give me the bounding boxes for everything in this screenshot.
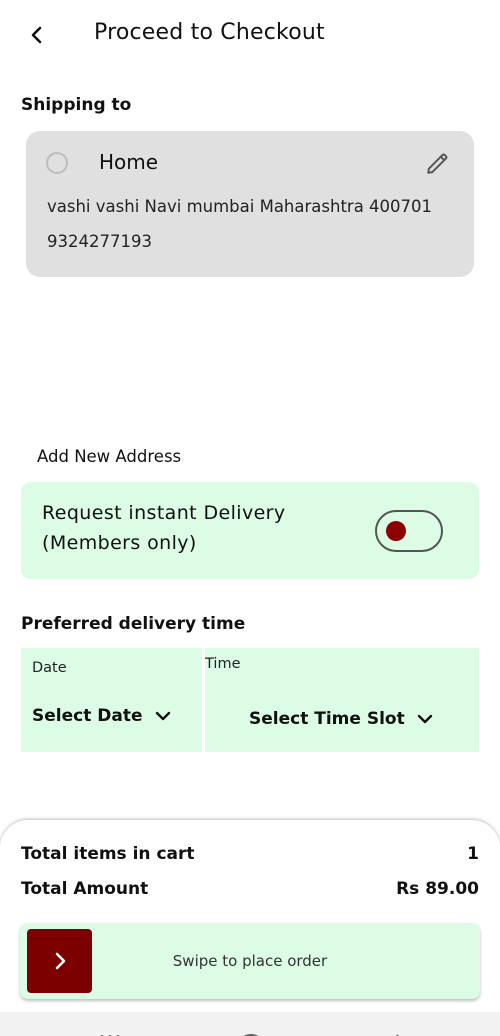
instant-delivery-label: Request instant Delivery (Members only) [42,498,286,558]
shipping-section-title: Shipping to [21,95,132,115]
instant-delivery-toggle[interactable] [375,510,443,552]
system-nav-bar [0,1012,500,1036]
back-button[interactable] [22,20,52,50]
address-phone: 9324277193 [47,232,152,251]
date-label: Date [32,660,67,676]
home-icon[interactable] [240,1028,262,1036]
total-amount-label: Total Amount [21,879,149,899]
select-time-text: Select Time Slot [249,709,405,729]
select-date-dropdown[interactable]: Select Date [32,706,171,726]
instant-delivery-line1: Request instant Delivery [42,502,286,524]
date-panel: Date Select Date [21,648,202,752]
time-panel: Time Select Time Slot [205,648,479,752]
swipe-handle[interactable] [27,929,92,993]
pencil-icon [427,153,448,174]
toggle-knob [386,521,406,541]
address-radio[interactable] [46,152,68,174]
chevron-left-icon [31,26,42,44]
select-time-dropdown[interactable]: Select Time Slot [249,709,433,729]
address-card[interactable]: Home vashi vashi Navi mumbai Maharashtra… [26,131,474,277]
select-date-text: Select Date [32,706,143,726]
total-amount-value: Rs 89.00 [396,879,479,899]
page-title: Proceed to Checkout [94,20,325,45]
time-label: Time [205,656,241,672]
total-items-value: 1 [467,844,479,864]
instant-delivery-line2: (Members only) [42,532,197,554]
chevron-right-icon [55,952,65,970]
nav-back-icon[interactable] [384,1028,406,1036]
instant-delivery-card: Request instant Delivery (Members only) [21,482,479,579]
swipe-to-order-bar[interactable]: Swipe to place order [20,923,480,999]
app-header: Proceed to Checkout [0,0,500,72]
address-label: Home [99,150,159,174]
chevron-down-icon [155,710,171,722]
recent-apps-icon[interactable] [100,1028,122,1036]
chevron-down-icon [417,713,433,725]
edit-address-button[interactable] [424,149,452,177]
address-line: vashi vashi Navi mumbai Maharashtra 4007… [47,197,433,216]
delivery-time-section-title: Preferred delivery time [21,614,246,634]
add-new-address-link[interactable]: Add New Address [37,447,181,466]
total-items-label: Total items in cart [21,844,195,864]
